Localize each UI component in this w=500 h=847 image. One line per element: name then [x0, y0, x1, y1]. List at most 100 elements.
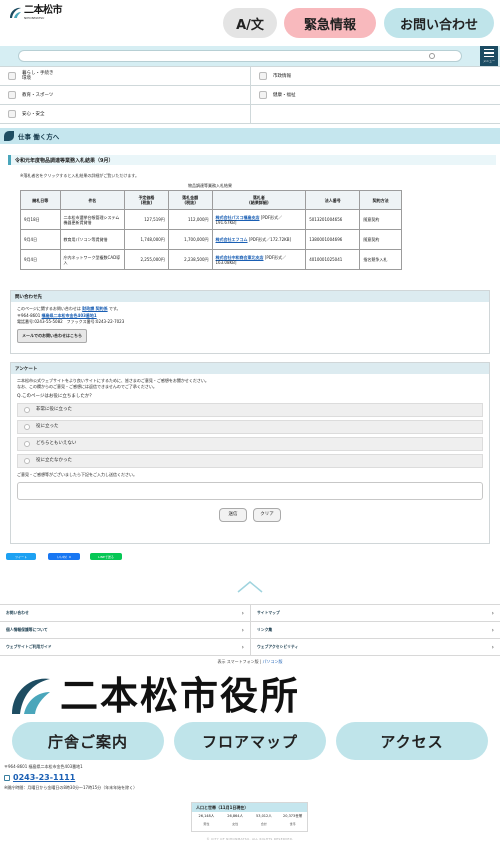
inquiry-text: です。 — [107, 306, 121, 311]
logo-mark-icon — [8, 6, 22, 20]
page-heading: 令和元年度物品調達等業務入札結果（9月） — [8, 155, 496, 165]
site-header: 二本松市 NIHONMATSU A/文 緊急情報 お問い合わせ — [0, 0, 500, 44]
leaf-icon — [4, 131, 14, 141]
display-switch: 表示 スマートフォン版 | パソコン版 — [217, 659, 283, 664]
footer-logo: 二本松市役所 — [8, 672, 308, 720]
menu-button[interactable]: メニュー — [480, 46, 498, 66]
page-note: ※落札者名をクリックすると入札結果の詳細がご覧いただけます。 — [20, 173, 139, 178]
option-label: 役に立った — [36, 424, 59, 429]
survey-title: アンケート — [11, 363, 489, 374]
cell-winner: 株式会社エフコム [PDF形式／172.72KB] — [211, 229, 307, 250]
hamburger-icon — [484, 55, 494, 58]
chevron-right-icon: › — [241, 609, 244, 617]
clear-button[interactable]: クリア — [253, 508, 281, 522]
footer-link-guide[interactable]: ウェブサイトご利用ガイド › — [0, 639, 250, 655]
footer-link-links[interactable]: リンク集 › — [250, 622, 500, 638]
tel-link[interactable]: 0243-23-1111 — [13, 773, 75, 782]
address-link[interactable]: 福島県二本松市金色403番地1 — [42, 313, 97, 318]
category-living[interactable]: 暮らし・手続き 環境 — [0, 67, 250, 85]
table-row: 9月4日 教育用パソコン等賃貸借 1,748,000円 1,700,000円 株… — [20, 229, 402, 250]
line-share-button[interactable]: LINEで送る — [90, 553, 122, 560]
category-education[interactable]: 教育・スポーツ — [0, 86, 250, 104]
section-title-bar: 仕事 働く方へ — [0, 128, 500, 144]
chevron-right-icon: › — [491, 609, 494, 617]
survey-option[interactable]: 役に立った — [17, 420, 483, 434]
cell-bid: 112,000円 — [167, 209, 213, 230]
smartphone-version[interactable]: スマートフォン版 — [227, 659, 259, 664]
pc-version-link[interactable]: パソコン版 — [263, 659, 283, 664]
survey-option[interactable]: どちらともいえない — [17, 437, 483, 451]
inquiry-title: 問い合わせ先 — [11, 291, 489, 302]
cell-subject: 教育用パソコン等賃貸借 — [59, 229, 126, 250]
cell-bid: 1,700,000円 — [167, 229, 213, 250]
survey-box: アンケート 二本松市公式ウェブサイトをより良いサイトにするために、皆さまのご意見… — [10, 362, 490, 544]
col-header: 予定価格 (税抜) — [124, 190, 169, 210]
floor-map-button[interactable]: フロアマップ — [174, 722, 326, 760]
comment-label: ご意見・ご感想等がございましたら下記をご入力し送信ください。 — [17, 472, 137, 477]
category-health[interactable]: 健康・福祉 — [250, 86, 500, 104]
like-button[interactable]: いいね！0 — [48, 553, 80, 560]
radio-icon[interactable] — [24, 441, 30, 447]
col-header: 落札者 (結果詳細) — [211, 190, 307, 210]
category-safety[interactable]: 安心・安全 — [0, 105, 250, 123]
access-button[interactable]: アクセス — [336, 722, 488, 760]
radio-icon[interactable] — [24, 424, 30, 430]
chevron-right-icon: › — [241, 626, 244, 634]
tweet-button[interactable]: ツイート — [6, 553, 36, 560]
emergency-info-button[interactable]: 緊急情報 — [284, 8, 376, 38]
phone-fax: 電話番号:0243-55-5082 ファックス番号:0243-22-7023 — [17, 319, 125, 324]
office-guide-button[interactable]: 庁舎ご案内 — [12, 722, 164, 760]
footer-link-label: ウェブアクセシビリティ — [257, 644, 299, 649]
cell-planned: 1,748,000円 — [124, 229, 169, 250]
department-link[interactable]: 財政課 契約係 — [82, 306, 107, 311]
radio-icon[interactable] — [24, 458, 30, 464]
cell-date: 9月4日 — [20, 249, 61, 270]
footer-link-accessibility[interactable]: ウェブアクセシビリティ › — [250, 639, 500, 655]
search-input[interactable] — [18, 50, 462, 62]
page-top-icon[interactable] — [236, 580, 264, 594]
col-header: 件名 — [59, 190, 126, 210]
option-label: 役に立たなかった — [36, 458, 72, 463]
cell-date: 9月4日 — [20, 229, 61, 250]
house-icon — [8, 72, 16, 80]
footer-link-label: 個人情報保護等について — [6, 627, 48, 632]
contact-button[interactable]: お問い合わせ — [384, 8, 494, 38]
winner-link[interactable]: 株式会社エフコム — [216, 237, 248, 242]
category-city-info[interactable]: 市政情報 — [250, 67, 500, 85]
inquiry-box: 問い合わせ先 このページに関するお問い合わせは 財政課 契約係 です。 〒964… — [10, 290, 490, 354]
cell-corp: 1380001004696 — [305, 229, 361, 250]
survey-option[interactable]: 役に立たなかった — [17, 454, 483, 468]
cell-subject: 二本松市選挙台帳管理システム機器更新賃貸借 — [59, 209, 126, 230]
cell-method: 随意契約 — [359, 209, 402, 230]
population-widget: 人口と世帯（11月1日現在） 26,148人 26,864人 53,012人 2… — [191, 802, 308, 832]
copyright: © CITY OF NIHONMATSU. ALL RIGHTS RESERVE… — [206, 837, 294, 841]
radio-icon[interactable] — [24, 407, 30, 413]
search-icon[interactable] — [429, 53, 435, 59]
footer-link-privacy[interactable]: 個人情報保護等について › — [0, 622, 250, 638]
survey-intro: なお、この欄からのご意見・ご感想には返信できませんのでご了承ください。 — [17, 384, 157, 389]
footer-links: お問い合わせ › サイトマップ › 個人情報保護等について › リンク集 › ウェブサイ… — [0, 604, 500, 656]
category-label: 健康・福祉 — [273, 93, 296, 98]
cell-bid: 2,238,500円 — [167, 249, 213, 270]
population-value: 26,864人 — [227, 813, 243, 818]
cell-winner: 株式会社パスコ福島支店 [PDF形式／191.67KB] — [211, 209, 307, 230]
survey-question: Q.このページはお役に立ちましたか？ — [17, 394, 94, 399]
submit-button[interactable]: 送信 — [219, 508, 247, 522]
footer-link-contact[interactable]: お問い合わせ › — [0, 605, 250, 621]
cell-corp: 4010001025041 — [305, 249, 361, 270]
logo-subtext: NIHONMATSU — [24, 16, 45, 20]
footer-link-sitemap[interactable]: サイトマップ › — [250, 605, 500, 621]
category-label: 暮らし・手続き 環境 — [22, 71, 54, 81]
footer-link-label: サイトマップ — [257, 610, 280, 615]
chevron-right-icon: › — [491, 643, 494, 651]
cell-planned: 2,255,000円 — [124, 249, 169, 270]
display-label: 表示 — [217, 659, 226, 664]
language-button[interactable]: A/文 — [223, 8, 277, 38]
population-label: 合計 — [260, 822, 267, 826]
survey-option[interactable]: 非常に役に立った — [17, 403, 483, 417]
comment-textarea[interactable] — [17, 482, 483, 500]
cell-date: 9月18日 — [20, 209, 61, 230]
site-logo[interactable]: 二本松市 NIHONMATSU — [8, 6, 63, 20]
col-header: 法人番号 — [305, 190, 361, 210]
mail-inquiry-button[interactable]: メールでのお問い合わせはこちら — [17, 328, 87, 343]
